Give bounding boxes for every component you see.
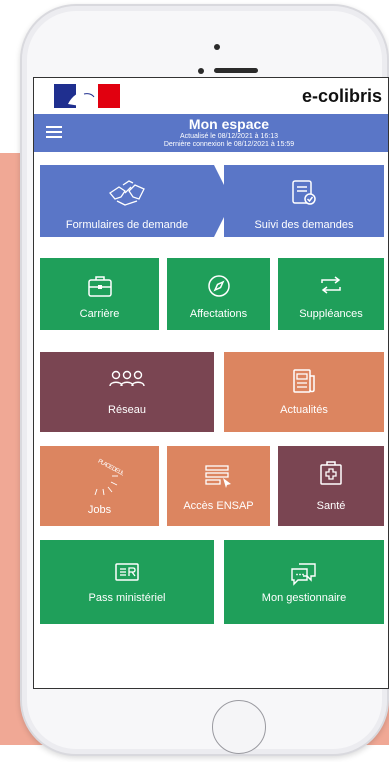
chat-bubbles-icon (291, 563, 316, 586)
jobs-logo-text: PLACE DE L'EMPLOI PUBLIC (96, 459, 122, 493)
compass-icon (207, 275, 230, 297)
page-title: Mon espace (188, 116, 270, 132)
speaker (214, 68, 258, 73)
menu-icon[interactable] (46, 126, 62, 138)
page-header: Mon espace Actualisé le 08/12/2021 à 16:… (34, 114, 388, 152)
marianne-logo (54, 84, 120, 108)
updated-text: Actualisé le 08/12/2021 à 16:13 (179, 133, 279, 140)
tile-pass[interactable]: Pass ministériel (40, 540, 214, 624)
tile-formulaires[interactable]: Formulaires de demande (40, 165, 214, 237)
tile-affectations-label: Affectations (189, 308, 248, 320)
tile-sante-label: Santé (316, 500, 346, 512)
tile-actualites[interactable]: Actualités (224, 352, 384, 432)
top-bar: e-colibris (34, 78, 388, 114)
home-button[interactable] (212, 700, 266, 754)
medical-kit-icon (320, 461, 342, 485)
tile-carriere[interactable]: Carrière (40, 258, 159, 330)
tile-suppleances[interactable]: Suppléances (278, 258, 384, 330)
tile-ensap-label: Accès ENSAP (183, 500, 254, 512)
tile-actualites-label: Actualités (280, 404, 328, 416)
tile-suivi[interactable]: Suivi des demandes (224, 165, 384, 237)
tile-formulaires-label: Formulaires de demande (65, 219, 189, 231)
newspaper-icon (293, 369, 315, 393)
tile-ensap[interactable]: Accès ENSAP (167, 446, 270, 526)
document-cursor-icon (204, 465, 231, 488)
place-emploi-public-icon: PLACE DE L'EMPLOI PUBLIC (94, 459, 123, 496)
id-card-icon (115, 563, 139, 581)
swap-arrows-icon (321, 276, 341, 294)
last-login-text: Dernière connexion le 08/12/2021 à 15:59 (163, 141, 295, 148)
hands-bird-icon (109, 180, 145, 206)
app-screen: e-colibris Mon espace Actualisé le 08/12… (33, 77, 389, 689)
briefcase-icon (87, 276, 112, 297)
tile-carriere-label: Carrière (79, 308, 120, 320)
tile-gestionnaire[interactable]: Mon gestionnaire (224, 540, 384, 624)
sensor (198, 68, 204, 74)
tile-affectations[interactable]: Affectations (167, 258, 270, 330)
document-check-icon (292, 180, 316, 205)
tile-reseau[interactable]: Réseau (40, 352, 214, 432)
camera (214, 44, 220, 50)
tile-suivi-label: Suivi des demandes (254, 219, 354, 231)
tile-jobs-label: Jobs (87, 504, 112, 516)
tile-suppleances-label: Suppléances (299, 308, 363, 320)
tile-gestionnaire-label: Mon gestionnaire (261, 592, 347, 604)
tile-sante[interactable]: Santé (278, 446, 384, 526)
tile-jobs[interactable]: PLACE DE L'EMPLOI PUBLIC Jobs (40, 446, 159, 526)
tile-reseau-label: Réseau (108, 404, 146, 416)
tile-pass-label: Pass ministériel (88, 592, 166, 604)
app-brand: e-colibris (301, 86, 382, 106)
people-group-icon (109, 370, 145, 387)
